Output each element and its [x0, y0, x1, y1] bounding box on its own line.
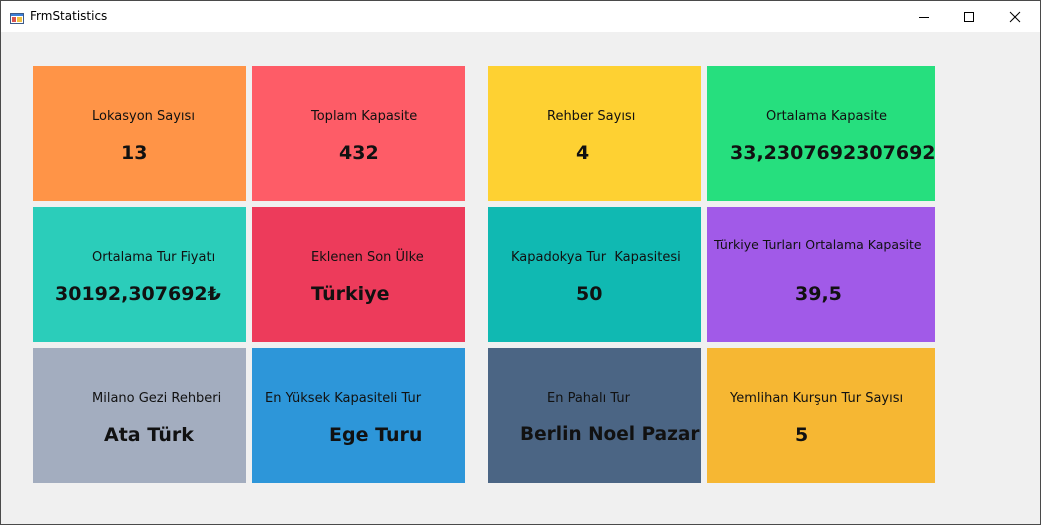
card-label: En Pahalı Tur — [547, 391, 630, 406]
card-label: Türkiye Turları Ortalama Kapasite — [714, 237, 922, 252]
maximize-icon — [964, 11, 974, 22]
card-label: En Yüksek Kapasiteli Tur — [265, 391, 422, 406]
card-ortalama-tur-fiyati: Ortalama Tur Fiyatı 30192,307692₺ — [33, 207, 246, 342]
statistics-panel: Lokasyon Sayısı 13 Toplam Kapasite 432 R… — [1, 32, 1040, 524]
card-value: 33,2307692307692 — [730, 142, 935, 164]
card-eklenen-son-ulke: Eklenen Son Ülke Türkiye — [252, 207, 465, 342]
close-icon — [1009, 11, 1021, 22]
card-label: Lokasyon Sayısı — [92, 109, 195, 124]
card-value: Ata Türk — [104, 424, 194, 446]
card-ortalama-kapasite: Ortalama Kapasite 33,2307692307692 — [707, 66, 935, 201]
card-value: Berlin Noel Pazarı — [520, 424, 701, 445]
card-label: Kapadokya Tur Kapasitesi — [511, 250, 681, 265]
card-label: Toplam Kapasite — [311, 109, 418, 124]
card-label: Eklenen Son Ülke — [311, 250, 424, 265]
card-label: Rehber Sayısı — [547, 109, 636, 124]
window-title: FrmStatistics — [30, 9, 108, 23]
title-bar: FrmStatistics — [1, 1, 1040, 32]
card-value: 432 — [339, 142, 379, 164]
card-label: Ortalama Tur Fiyatı — [92, 250, 216, 265]
card-value: 50 — [576, 283, 603, 305]
app-icon — [10, 10, 24, 24]
minimize-button[interactable] — [901, 1, 947, 32]
card-value: 30192,307692₺ — [55, 283, 221, 305]
card-kapadokya-tur-kapasitesi: Kapadokya Tur Kapasitesi 50 — [488, 207, 701, 342]
app-window: FrmStatistics Lokasyon Sayısı 13 Toplam … — [0, 0, 1041, 525]
card-en-pahali-tur: En Pahalı Tur Berlin Noel Pazarı — [488, 348, 701, 483]
card-label: Yemlihan Kurşun Tur Sayısı — [730, 391, 904, 406]
card-value: 5 — [795, 424, 809, 446]
card-value: 4 — [576, 142, 590, 164]
card-label: Milano Gezi Rehberi — [92, 391, 222, 406]
card-lokasyon-sayisi: Lokasyon Sayısı 13 — [33, 66, 246, 201]
card-turkiye-turlari-ortalama-kapasite: Türkiye Turları Ortalama Kapasite 39,5 — [707, 207, 935, 342]
card-value: Türkiye — [311, 283, 390, 305]
card-value: Ege Turu — [329, 424, 423, 446]
card-milano-gezi-rehberi: Milano Gezi Rehberi Ata Türk — [33, 348, 246, 483]
card-label: Ortalama Kapasite — [766, 109, 887, 124]
card-value: 39,5 — [795, 283, 842, 305]
close-button[interactable] — [992, 1, 1038, 32]
card-rehber-sayisi: Rehber Sayısı 4 — [488, 66, 701, 201]
maximize-button[interactable] — [946, 1, 992, 32]
card-value: 13 — [121, 142, 148, 164]
minimize-icon — [919, 16, 929, 18]
card-toplam-kapasite: Toplam Kapasite 432 — [252, 66, 465, 201]
card-en-yuksek-kapasiteli-tur: En Yüksek Kapasiteli Tur Ege Turu — [252, 348, 465, 483]
card-yemlihan-kursun-tur-sayisi: Yemlihan Kurşun Tur Sayısı 5 — [707, 348, 935, 483]
